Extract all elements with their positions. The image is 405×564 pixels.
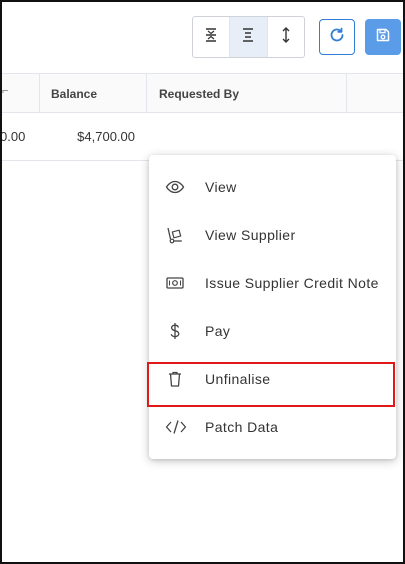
comfortable-density-icon (278, 26, 294, 48)
standard-density-button[interactable] (230, 17, 268, 57)
menu-item-label: View (205, 179, 237, 195)
column-header-balance-label: Balance (51, 86, 98, 101)
dollar-icon (149, 321, 205, 341)
compact-density-icon (203, 27, 219, 48)
refresh-button[interactable] (319, 19, 355, 55)
save-button[interactable] (365, 19, 401, 55)
menu-item-view-supplier[interactable]: View Supplier (149, 211, 396, 259)
menu-item-label: Issue Supplier Credit Note (205, 275, 379, 291)
app-frame: ⌐ Balance Requested By 0.00 $4,700.00 Vi… (0, 0, 405, 564)
menu-item-issue-supplier-credit-note[interactable]: Issue Supplier Credit Note (149, 259, 396, 307)
menu-item-label: Unfinalise (205, 371, 271, 387)
menu-item-label: Patch Data (205, 419, 279, 435)
column-header-requested-by-label: Requested By (159, 86, 240, 101)
row-actions-menu: View View Supplier Issue Supplier Credit… (147, 155, 396, 459)
compact-density-button[interactable] (193, 17, 231, 57)
table-header: ⌐ Balance Requested By (2, 73, 403, 113)
comfortable-density-button[interactable] (268, 17, 304, 57)
refresh-icon (328, 26, 346, 49)
cell-balance: $4,700.00 (77, 129, 135, 144)
column-header-previous[interactable]: ⌐ (2, 74, 40, 113)
code-icon (149, 417, 205, 437)
menu-item-patch-data[interactable]: Patch Data (149, 403, 396, 451)
banknote-icon (149, 273, 205, 293)
eye-icon (149, 177, 205, 197)
density-toggle-group (192, 16, 305, 58)
cell-previous: 0.00 (0, 129, 26, 144)
menu-item-label: Pay (205, 323, 231, 339)
menu-item-view[interactable]: View (149, 163, 396, 211)
menu-item-label: View Supplier (205, 227, 296, 243)
column-resize-handle-icon: ⌐ (2, 85, 9, 97)
column-header-requested-by[interactable]: Requested By (147, 74, 347, 113)
table-row[interactable]: 0.00 $4,700.00 (0, 113, 403, 161)
menu-item-pay[interactable]: Pay (149, 307, 396, 355)
save-icon (375, 27, 391, 48)
menu-item-unfinalise[interactable]: Unfinalise (147, 355, 396, 407)
hand-truck-icon (149, 225, 205, 245)
standard-density-icon (240, 27, 256, 48)
column-header-balance[interactable]: Balance (40, 74, 147, 113)
trash-icon (149, 369, 205, 389)
